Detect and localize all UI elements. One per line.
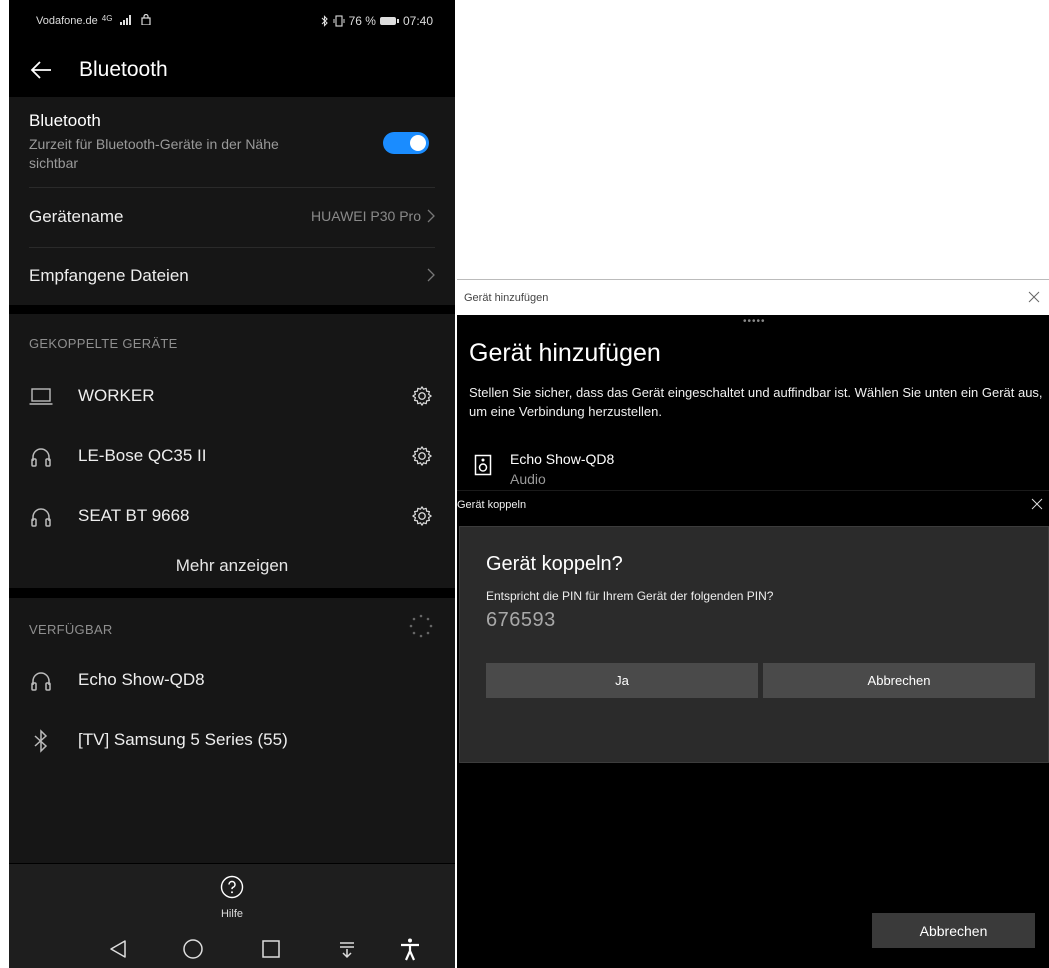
back-arrow-icon[interactable] bbox=[29, 58, 53, 82]
cancel-button[interactable]: Abbrechen bbox=[872, 913, 1035, 948]
pin-value: 676593 bbox=[486, 609, 556, 631]
device-name-row[interactable]: Gerätename HUAWEI P30 Pro bbox=[29, 187, 435, 247]
gear-icon[interactable] bbox=[411, 505, 433, 527]
accessibility-icon[interactable] bbox=[398, 937, 422, 961]
signal-icon bbox=[119, 15, 131, 25]
yes-button[interactable]: Ja bbox=[486, 663, 758, 698]
cancel-pairing-button[interactable]: Abbrechen bbox=[763, 663, 1035, 698]
paired-device-worker[interactable]: WORKER bbox=[9, 366, 455, 426]
bluetooth-settings-card: Bluetooth Zurzeit für Bluetooth-Geräte i… bbox=[9, 97, 455, 305]
close-icon[interactable] bbox=[1031, 498, 1043, 510]
paired-device-bose[interactable]: LE-Bose QC35 II bbox=[9, 426, 455, 486]
scanning-spinner-icon bbox=[409, 614, 433, 638]
headset-icon bbox=[31, 448, 51, 467]
available-devices-header: VERFÜGBAR bbox=[29, 622, 113, 637]
pin-question: Entspricht die PIN für Ihrem Gerät der f… bbox=[486, 589, 774, 603]
device-name-value: HUAWEI P30 Pro bbox=[311, 208, 421, 224]
status-bar: Vodafone.de 4G 76 % 07:40 bbox=[9, 0, 455, 44]
gear-icon[interactable] bbox=[411, 385, 433, 407]
chevron-right-icon bbox=[427, 268, 435, 282]
paired-devices-card: GEKOPPELTE GERÄTE WORKER LE-Bose QC35 II… bbox=[9, 314, 455, 588]
speaker-icon bbox=[474, 454, 492, 476]
available-devices-card: VERFÜGBAR Echo Show-QD8 [TV] Samsung 5 S… bbox=[9, 598, 455, 863]
page-title: Bluetooth bbox=[79, 58, 168, 81]
found-device-type: Audio bbox=[510, 471, 546, 487]
lock-icon bbox=[140, 13, 151, 26]
bottom-bar: Hilfe bbox=[9, 864, 455, 968]
help-label[interactable]: Hilfe bbox=[9, 908, 455, 920]
pair-device-titlebar: Gerät koppeln bbox=[457, 490, 1049, 518]
close-icon[interactable] bbox=[1027, 290, 1041, 304]
available-device-name: Echo Show-QD8 bbox=[78, 670, 205, 689]
gear-icon[interactable] bbox=[411, 445, 433, 467]
carrier-label: Vodafone.de bbox=[36, 15, 98, 27]
pair-device-panel: Gerät koppeln? Entspricht die PIN für Ih… bbox=[459, 526, 1049, 763]
paired-device-name: WORKER bbox=[78, 386, 155, 405]
android-bluetooth-screen: Vodafone.de 4G 76 % 07:40 Bluetooth Bluet… bbox=[9, 0, 455, 968]
add-device-heading: Gerät hinzufügen bbox=[469, 339, 661, 367]
battery-percent: 76 % bbox=[348, 14, 376, 28]
pair-device-window-title: Gerät koppeln bbox=[457, 499, 527, 511]
bluetooth-toggle[interactable] bbox=[383, 132, 429, 154]
paired-device-seat[interactable]: SEAT BT 9668 bbox=[9, 486, 455, 546]
nav-back-icon[interactable] bbox=[106, 937, 130, 961]
headset-icon bbox=[31, 508, 51, 527]
help-icon[interactable] bbox=[220, 875, 244, 899]
pair-heading: Gerät koppeln? bbox=[486, 553, 623, 575]
clock: 07:40 bbox=[402, 14, 433, 28]
headset-icon bbox=[31, 672, 51, 691]
progress-dots: ••••• bbox=[743, 316, 766, 327]
available-device-echo[interactable]: Echo Show-QD8 bbox=[9, 650, 455, 710]
received-files-label: Empfangene Dateien bbox=[29, 266, 189, 285]
network-label: 4G bbox=[101, 14, 113, 23]
available-device-samsung[interactable]: [TV] Samsung 5 Series (55) bbox=[9, 710, 455, 770]
app-bar: Bluetooth bbox=[9, 44, 455, 96]
paired-device-name: SEAT BT 9668 bbox=[78, 506, 190, 525]
device-name-label: Gerätename bbox=[29, 207, 124, 226]
vibrate-icon bbox=[333, 15, 345, 27]
laptop-icon bbox=[29, 388, 53, 405]
found-device-name[interactable]: Echo Show-QD8 bbox=[510, 451, 614, 467]
received-files-row[interactable]: Empfangene Dateien bbox=[29, 247, 435, 305]
chevron-right-icon bbox=[427, 209, 435, 223]
paired-devices-header: GEKOPPELTE GERÄTE bbox=[29, 336, 178, 351]
notifications-pulldown-icon[interactable] bbox=[335, 937, 359, 961]
add-device-instructions: Stellen Sie sicher, dass das Gerät einge… bbox=[469, 385, 1043, 419]
available-device-name: [TV] Samsung 5 Series (55) bbox=[78, 730, 288, 749]
toggle-knob bbox=[410, 135, 426, 151]
windows-add-device-dialog: Gerät hinzufügen ••••• Gerät hinzufügen … bbox=[457, 279, 1049, 968]
add-device-titlebar: Gerät hinzufügen bbox=[457, 279, 1049, 315]
bluetooth-status-icon bbox=[321, 15, 328, 27]
navigation-bar bbox=[9, 930, 455, 968]
show-more-button[interactable]: Mehr anzeigen bbox=[9, 556, 455, 576]
battery-icon bbox=[379, 17, 399, 25]
add-device-window-title: Gerät hinzufügen bbox=[464, 292, 549, 304]
paired-device-name: LE-Bose QC35 II bbox=[78, 446, 207, 465]
bluetooth-icon bbox=[34, 729, 48, 753]
nav-recents-icon[interactable] bbox=[259, 937, 283, 961]
bluetooth-visibility-text: Zurzeit für Bluetooth-Geräte in der Nähe… bbox=[29, 136, 279, 171]
bluetooth-toggle-title: Bluetooth bbox=[29, 111, 101, 130]
nav-home-icon[interactable] bbox=[181, 937, 205, 961]
